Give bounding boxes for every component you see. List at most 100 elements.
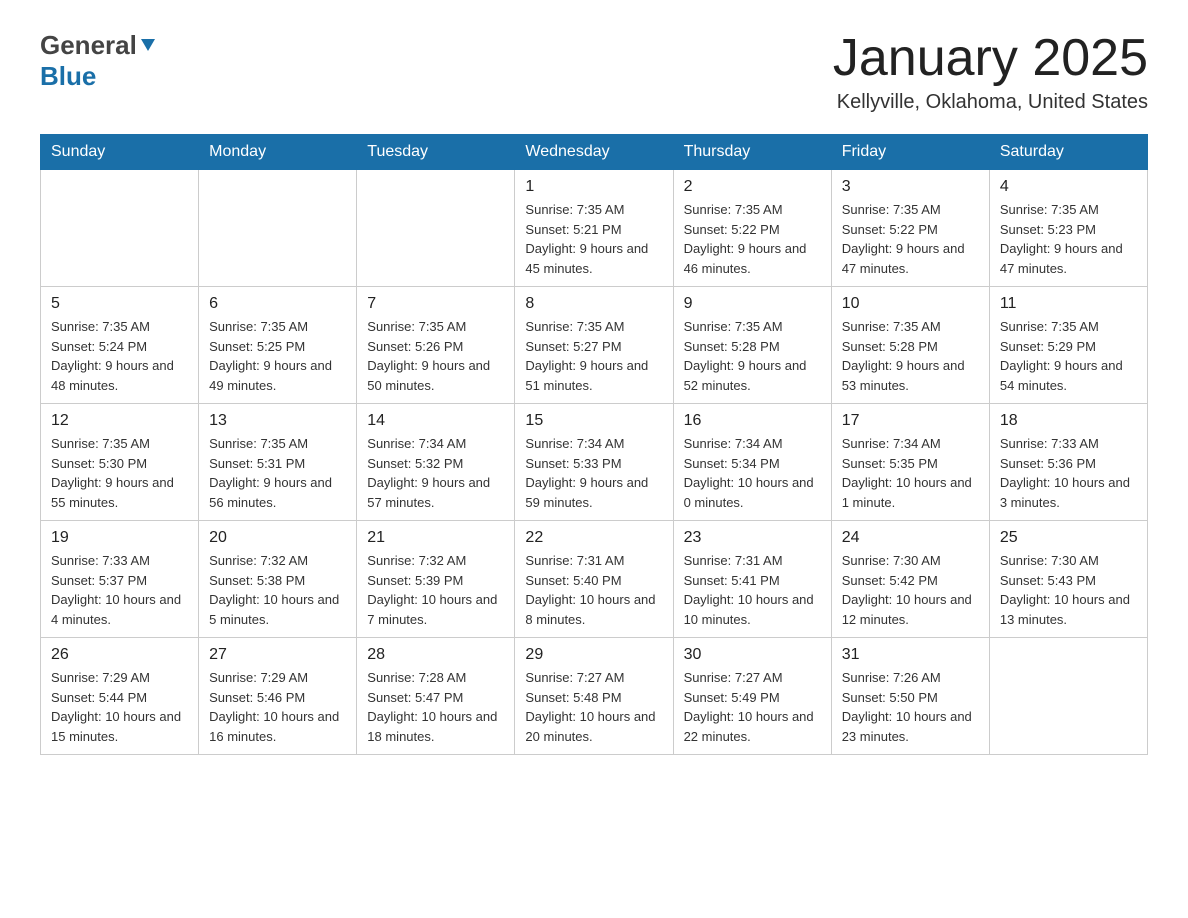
day-number: 31 bbox=[842, 646, 979, 664]
day-info: Sunrise: 7:26 AM Sunset: 5:50 PM Dayligh… bbox=[842, 668, 979, 746]
day-info: Sunrise: 7:29 AM Sunset: 5:46 PM Dayligh… bbox=[209, 668, 346, 746]
calendar-cell: 17 Sunrise: 7:34 AM Sunset: 5:35 PM Dayli… bbox=[831, 404, 989, 521]
logo: General Blue bbox=[40, 30, 157, 92]
calendar-cell: 16Sunrise: 7:34 AM Sunset: 5:34 PM Dayli… bbox=[673, 404, 831, 521]
calendar-cell bbox=[41, 170, 199, 287]
calendar-cell: 18 Sunrise: 7:33 AM Sunset: 5:36 PM Dayli… bbox=[989, 404, 1147, 521]
day-info: Sunrise: 7:31 AM Sunset: 5:41 PM Dayligh… bbox=[684, 551, 821, 629]
day-number: 13 bbox=[209, 412, 346, 430]
calendar-header-row: SundayMondayTuesdayWednesdayThursdayFrid… bbox=[41, 135, 1148, 170]
day-info: Sunrise: 7:35 AM Sunset: 5:27 PM Dayligh… bbox=[525, 317, 662, 395]
calendar-cell: 3 Sunrise: 7:35 AM Sunset: 5:22 PM Daylig… bbox=[831, 170, 989, 287]
calendar-cell: 12Sunrise: 7:35 AM Sunset: 5:30 PM Dayli… bbox=[41, 404, 199, 521]
day-info: Sunrise: 7:33 AM Sunset: 5:37 PM Dayligh… bbox=[51, 551, 188, 629]
day-number: 14 bbox=[367, 412, 504, 430]
day-number: 2 bbox=[684, 178, 821, 196]
day-number: 23 bbox=[684, 529, 821, 547]
calendar-cell: 9 Sunrise: 7:35 AM Sunset: 5:28 PM Daylig… bbox=[673, 287, 831, 404]
day-info: Sunrise: 7:35 AM Sunset: 5:31 PM Dayligh… bbox=[209, 434, 346, 512]
day-info: Sunrise: 7:32 AM Sunset: 5:38 PM Dayligh… bbox=[209, 551, 346, 629]
day-info: Sunrise: 7:35 AM Sunset: 5:28 PM Dayligh… bbox=[684, 317, 821, 395]
calendar-table: SundayMondayTuesdayWednesdayThursdayFrid… bbox=[40, 134, 1148, 755]
calendar-cell bbox=[199, 170, 357, 287]
calendar-cell: 22 Sunrise: 7:31 AM Sunset: 5:40 PM Dayli… bbox=[515, 521, 673, 638]
day-info: Sunrise: 7:35 AM Sunset: 5:22 PM Dayligh… bbox=[842, 200, 979, 278]
calendar-cell: 25 Sunrise: 7:30 AM Sunset: 5:43 PM Dayli… bbox=[989, 521, 1147, 638]
day-info: Sunrise: 7:35 AM Sunset: 5:29 PM Dayligh… bbox=[1000, 317, 1137, 395]
calendar-cell bbox=[357, 170, 515, 287]
calendar-cell: 1Sunrise: 7:35 AM Sunset: 5:21 PM Daylig… bbox=[515, 170, 673, 287]
day-of-week-header: Monday bbox=[199, 135, 357, 170]
calendar-cell: 5Sunrise: 7:35 AM Sunset: 5:24 PM Daylig… bbox=[41, 287, 199, 404]
day-number: 9 bbox=[684, 295, 821, 313]
day-info: Sunrise: 7:33 AM Sunset: 5:36 PM Dayligh… bbox=[1000, 434, 1137, 512]
day-info: Sunrise: 7:34 AM Sunset: 5:32 PM Dayligh… bbox=[367, 434, 504, 512]
calendar-cell: 26Sunrise: 7:29 AM Sunset: 5:44 PM Dayli… bbox=[41, 638, 199, 755]
day-info: Sunrise: 7:35 AM Sunset: 5:30 PM Dayligh… bbox=[51, 434, 188, 512]
day-of-week-header: Saturday bbox=[989, 135, 1147, 170]
day-number: 18 bbox=[1000, 412, 1137, 430]
day-info: Sunrise: 7:28 AM Sunset: 5:47 PM Dayligh… bbox=[367, 668, 504, 746]
calendar-cell: 24 Sunrise: 7:30 AM Sunset: 5:42 PM Dayli… bbox=[831, 521, 989, 638]
day-number: 24 bbox=[842, 529, 979, 547]
day-info: Sunrise: 7:35 AM Sunset: 5:22 PM Dayligh… bbox=[684, 200, 821, 278]
day-info: Sunrise: 7:27 AM Sunset: 5:48 PM Dayligh… bbox=[525, 668, 662, 746]
day-number: 27 bbox=[209, 646, 346, 664]
day-number: 30 bbox=[684, 646, 821, 664]
day-number: 26 bbox=[51, 646, 188, 664]
day-number: 7 bbox=[367, 295, 504, 313]
day-info: Sunrise: 7:32 AM Sunset: 5:39 PM Dayligh… bbox=[367, 551, 504, 629]
calendar-cell: 4 Sunrise: 7:35 AM Sunset: 5:23 PM Daylig… bbox=[989, 170, 1147, 287]
day-number: 29 bbox=[525, 646, 662, 664]
day-info: Sunrise: 7:34 AM Sunset: 5:35 PM Dayligh… bbox=[842, 434, 979, 512]
day-number: 19 bbox=[51, 529, 188, 547]
day-number: 17 bbox=[842, 412, 979, 430]
day-info: Sunrise: 7:35 AM Sunset: 5:21 PM Dayligh… bbox=[525, 200, 662, 278]
calendar-cell: 31 Sunrise: 7:26 AM Sunset: 5:50 PM Dayli… bbox=[831, 638, 989, 755]
calendar-cell: 7 Sunrise: 7:35 AM Sunset: 5:26 PM Daylig… bbox=[357, 287, 515, 404]
title-area: January 2025 Kellyville, Oklahoma, Unite… bbox=[833, 30, 1148, 114]
day-number: 28 bbox=[367, 646, 504, 664]
calendar-cell: 19 Sunrise: 7:33 AM Sunset: 5:37 PM Dayli… bbox=[41, 521, 199, 638]
day-of-week-header: Thursday bbox=[673, 135, 831, 170]
calendar-cell: 6Sunrise: 7:35 AM Sunset: 5:25 PM Daylig… bbox=[199, 287, 357, 404]
calendar-cell: 30 Sunrise: 7:27 AM Sunset: 5:49 PM Dayli… bbox=[673, 638, 831, 755]
day-info: Sunrise: 7:30 AM Sunset: 5:43 PM Dayligh… bbox=[1000, 551, 1137, 629]
calendar-cell: 8 Sunrise: 7:35 AM Sunset: 5:27 PM Daylig… bbox=[515, 287, 673, 404]
day-of-week-header: Tuesday bbox=[357, 135, 515, 170]
day-number: 8 bbox=[525, 295, 662, 313]
day-info: Sunrise: 7:35 AM Sunset: 5:25 PM Dayligh… bbox=[209, 317, 346, 395]
day-number: 4 bbox=[1000, 178, 1137, 196]
day-number: 3 bbox=[842, 178, 979, 196]
day-number: 22 bbox=[525, 529, 662, 547]
logo-general-text: General bbox=[40, 30, 137, 61]
month-title: January 2025 bbox=[833, 30, 1148, 87]
calendar-cell: 21Sunrise: 7:32 AM Sunset: 5:39 PM Dayli… bbox=[357, 521, 515, 638]
day-number: 20 bbox=[209, 529, 346, 547]
header: General Blue January 2025 Kellyville, Ok… bbox=[40, 30, 1148, 114]
location-title: Kellyville, Oklahoma, United States bbox=[833, 91, 1148, 114]
day-info: Sunrise: 7:35 AM Sunset: 5:28 PM Dayligh… bbox=[842, 317, 979, 395]
calendar-cell: 28 Sunrise: 7:28 AM Sunset: 5:47 PM Dayli… bbox=[357, 638, 515, 755]
calendar-week-row: 19 Sunrise: 7:33 AM Sunset: 5:37 PM Dayli… bbox=[41, 521, 1148, 638]
calendar-cell bbox=[989, 638, 1147, 755]
day-info: Sunrise: 7:27 AM Sunset: 5:49 PM Dayligh… bbox=[684, 668, 821, 746]
logo-blue-text: Blue bbox=[40, 61, 96, 92]
day-info: Sunrise: 7:31 AM Sunset: 5:40 PM Dayligh… bbox=[525, 551, 662, 629]
logo-triangle-icon bbox=[139, 37, 157, 55]
day-info: Sunrise: 7:35 AM Sunset: 5:23 PM Dayligh… bbox=[1000, 200, 1137, 278]
day-info: Sunrise: 7:34 AM Sunset: 5:34 PM Dayligh… bbox=[684, 434, 821, 512]
day-number: 25 bbox=[1000, 529, 1137, 547]
day-number: 5 bbox=[51, 295, 188, 313]
day-number: 10 bbox=[842, 295, 979, 313]
calendar-week-row: 12Sunrise: 7:35 AM Sunset: 5:30 PM Dayli… bbox=[41, 404, 1148, 521]
calendar-cell: 10 Sunrise: 7:35 AM Sunset: 5:28 PM Dayli… bbox=[831, 287, 989, 404]
day-info: Sunrise: 7:34 AM Sunset: 5:33 PM Dayligh… bbox=[525, 434, 662, 512]
day-info: Sunrise: 7:35 AM Sunset: 5:26 PM Dayligh… bbox=[367, 317, 504, 395]
calendar-cell: 2 Sunrise: 7:35 AM Sunset: 5:22 PM Daylig… bbox=[673, 170, 831, 287]
day-info: Sunrise: 7:30 AM Sunset: 5:42 PM Dayligh… bbox=[842, 551, 979, 629]
calendar-week-row: 5Sunrise: 7:35 AM Sunset: 5:24 PM Daylig… bbox=[41, 287, 1148, 404]
calendar-cell: 27 Sunrise: 7:29 AM Sunset: 5:46 PM Dayli… bbox=[199, 638, 357, 755]
day-number: 15 bbox=[525, 412, 662, 430]
day-of-week-header: Sunday bbox=[41, 135, 199, 170]
